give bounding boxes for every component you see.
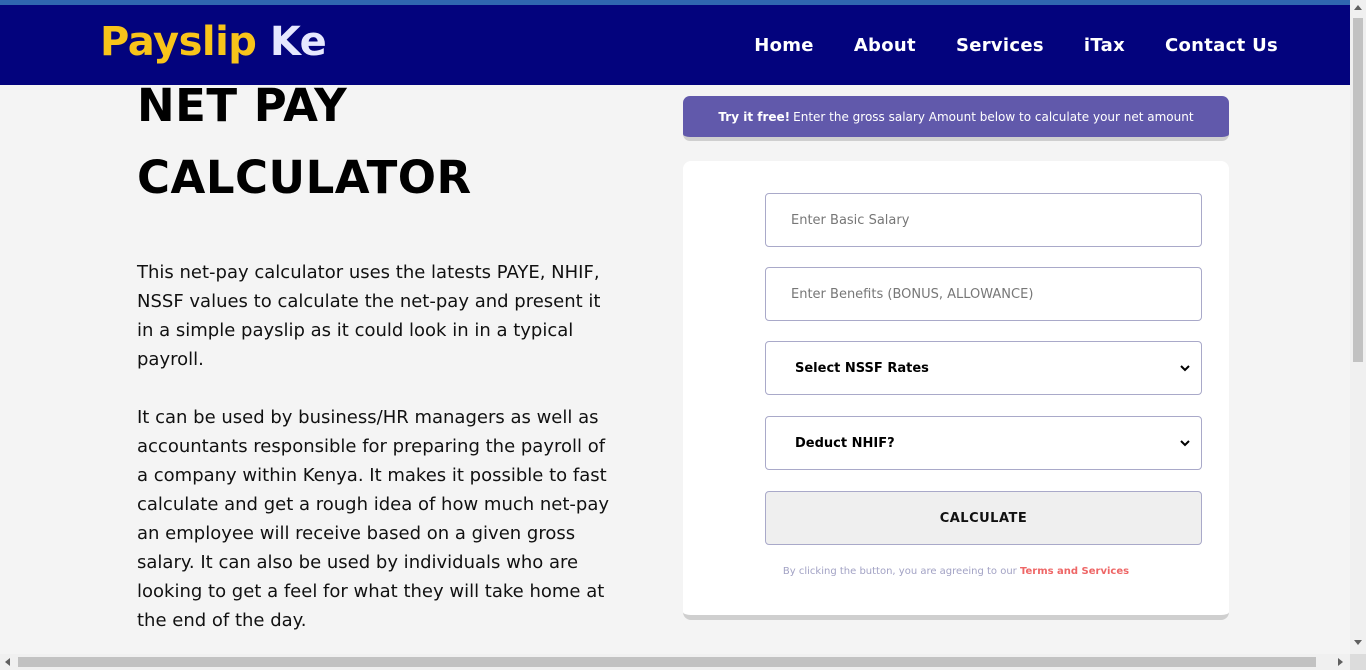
nhif-value: Deduct NHIF? xyxy=(795,435,895,451)
terms-link[interactable]: Terms and Services xyxy=(1020,566,1129,577)
description-paragraph-2: It can be used by business/HR managers a… xyxy=(137,407,610,631)
nav-contact-us[interactable]: Contact Us xyxy=(1165,35,1278,56)
basic-salary-input[interactable]: Enter Basic Salary xyxy=(765,193,1202,247)
brand-part1: Payslip xyxy=(100,19,257,65)
description-paragraph-1: This net-pay calculator uses the latests… xyxy=(137,262,601,370)
brand-part2: Ke xyxy=(269,19,327,65)
vertical-scrollbar[interactable] xyxy=(1350,0,1366,654)
scroll-down-icon[interactable] xyxy=(1354,640,1362,645)
nav-services[interactable]: Services xyxy=(956,35,1044,56)
nssf-rates-select[interactable]: Select NSSF Rates xyxy=(765,341,1202,395)
horizontal-scrollbar[interactable] xyxy=(0,654,1350,670)
title-line2: CALCULATOR xyxy=(137,151,472,204)
brand-logo[interactable]: Payslip Ke xyxy=(100,19,327,65)
nav-about[interactable]: About xyxy=(854,35,916,56)
scroll-left-icon[interactable] xyxy=(5,658,10,666)
banner-text: Enter the gross salary Amount below to c… xyxy=(793,109,1194,124)
benefits-input[interactable]: Enter Benefits (BONUS, ALLOWANCE) xyxy=(765,267,1202,321)
page-title: NET PAY CALCULATOR xyxy=(137,70,637,214)
nav-itax[interactable]: iTax xyxy=(1084,35,1125,56)
calculate-button[interactable]: CALCULATE xyxy=(765,491,1202,545)
nhif-select[interactable]: Deduct NHIF? xyxy=(765,416,1202,470)
terms-prefix: By clicking the button, you are agreeing… xyxy=(782,566,1017,577)
scroll-up-icon[interactable] xyxy=(1354,5,1362,10)
title-line1: NET PAY xyxy=(137,79,348,132)
hero-section: NET PAY CALCULATOR This net-pay calculat… xyxy=(137,70,637,635)
scroll-right-icon[interactable] xyxy=(1338,658,1343,666)
scrollbar-corner xyxy=(1350,654,1366,670)
terms-notice: By clicking the button, you are agreeing… xyxy=(683,566,1229,577)
chevron-down-icon xyxy=(1180,365,1190,372)
calculator-form: Enter Basic Salary Enter Benefits (BONUS… xyxy=(683,161,1229,620)
chevron-down-icon xyxy=(1180,440,1190,447)
try-it-free-banner: Try it free! Enter the gross salary Amou… xyxy=(683,96,1229,141)
nav-home[interactable]: Home xyxy=(754,35,814,56)
horizontal-scroll-thumb[interactable] xyxy=(18,657,1316,667)
main-nav: Home About Services iTax Contact Us xyxy=(754,35,1278,56)
vertical-scroll-thumb[interactable] xyxy=(1353,18,1363,362)
banner-bold: Try it free! xyxy=(718,109,791,124)
nssf-rates-value: Select NSSF Rates xyxy=(795,360,929,376)
